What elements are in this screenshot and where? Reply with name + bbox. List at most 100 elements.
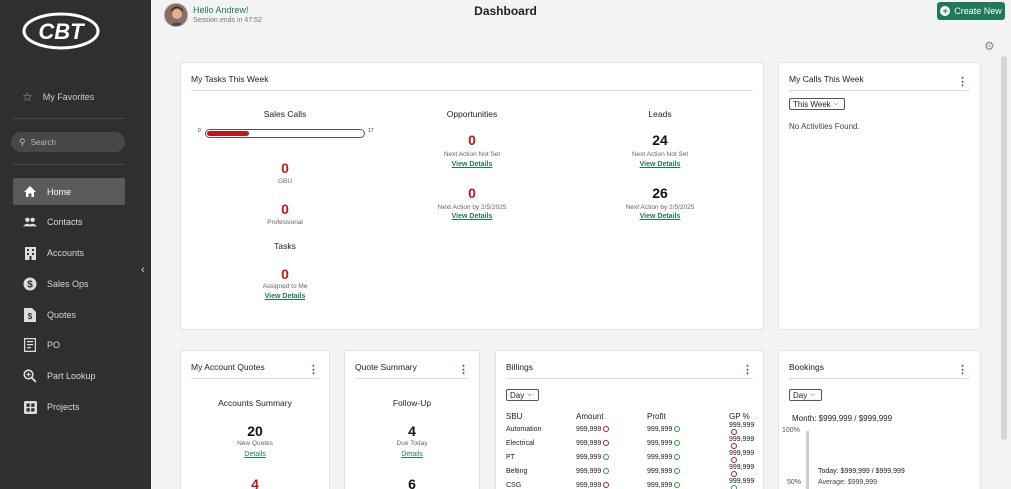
status-dot-icon — [674, 453, 681, 460]
grid-icon — [23, 400, 37, 414]
more-options-icon[interactable]: ⋮ — [742, 363, 753, 376]
column-header: Profit — [647, 412, 666, 421]
create-new-button[interactable]: + Create New — [937, 2, 1005, 20]
progress-min: 0 — [198, 128, 201, 134]
contacts-icon — [23, 215, 37, 229]
sales-calls-title: Sales Calls — [263, 109, 307, 119]
nav-contacts[interactable]: Contacts — [13, 209, 125, 236]
table-row: Automation 999,999 999,999 999,999 — [506, 422, 759, 436]
cell-value: 999,999 — [729, 436, 755, 443]
nav-part-lookup[interactable]: Part Lookup — [13, 363, 125, 390]
due-today-details-link[interactable]: Details — [382, 451, 442, 458]
table-row: Belting 999,999 999,999 999,999 — [506, 464, 759, 478]
cell-value: Automation — [506, 425, 542, 433]
nav-label: Sales Ops — [47, 278, 89, 289]
card-divider — [191, 378, 319, 379]
opp-by-date-view-details-link[interactable]: View Details — [432, 213, 512, 220]
status-dot-icon — [731, 471, 737, 478]
status-dot-icon — [603, 467, 610, 474]
avatar[interactable] — [164, 3, 188, 27]
gbu-label: GBU — [277, 178, 293, 185]
sales-calls-progress — [205, 129, 365, 138]
select-value: Day — [510, 390, 525, 400]
scrollbar[interactable] — [1001, 56, 1007, 440]
home-icon — [23, 185, 37, 199]
table-header: SBU Amount Profit GP % — [506, 411, 759, 422]
table-cell: 999,999 — [641, 436, 709, 450]
status-dot-icon — [731, 443, 737, 450]
card-title: My Account Quotes — [191, 362, 265, 372]
select-value: This Week — [793, 99, 831, 109]
card-divider — [355, 378, 469, 379]
table-cell: 999,999 — [641, 464, 709, 478]
more-options-icon[interactable]: ⋮ — [308, 363, 319, 376]
cell-value: 999,999 — [576, 467, 602, 475]
opportunities-title: Opportunities — [446, 109, 498, 119]
cell-value: PT — [506, 453, 515, 461]
collapse-sidebar-icon[interactable]: ‹ — [141, 264, 145, 276]
table-row: CSG 999,999 999,999 999,999 — [506, 478, 759, 489]
quote-summary-card: Quote Summary ⋮ — [344, 350, 480, 489]
cell-value: 999,999 — [576, 425, 602, 433]
progress-fill — [207, 131, 249, 136]
table-row: Electrical 999,999 999,999 999,999 — [506, 436, 759, 450]
leads-by-date-count: 26 — [652, 185, 668, 201]
opp-not-set-view-details-link[interactable]: View Details — [432, 161, 512, 168]
search-plus-icon — [23, 369, 37, 383]
nav-projects[interactable]: Projects — [13, 394, 125, 421]
tasks-title: Tasks — [274, 241, 296, 251]
nav-label: Accounts — [47, 248, 85, 259]
nav-label: Contacts — [47, 217, 83, 228]
table-cell: 999,999 — [709, 464, 759, 478]
professional-label: Professional — [267, 219, 303, 226]
cbt-logo[interactable]: CBT — [22, 12, 100, 50]
leads-not-set-view-details-link[interactable]: View Details — [620, 161, 700, 168]
bookings-period-select[interactable]: Day ⌵ — [789, 389, 822, 401]
new-quotes-count: 20 — [247, 423, 263, 439]
gear-icon[interactable]: ⚙ — [984, 39, 995, 53]
nav-quotes[interactable]: $ Quotes — [13, 301, 125, 328]
my-favorites[interactable]: ☆ My Favorites — [22, 90, 94, 104]
leads-by-date-view-details-link[interactable]: View Details — [620, 213, 700, 220]
table-cell: 999,999 — [576, 436, 641, 450]
nav-label: Projects — [47, 402, 80, 413]
cell-value: 999,999 — [729, 478, 755, 485]
status-dot-icon — [731, 457, 737, 464]
nav-sales-ops[interactable]: $ Sales Ops — [13, 270, 125, 297]
calls-period-select[interactable]: This Week ⌵ — [789, 98, 845, 110]
more-options-icon[interactable]: ⋮ — [458, 363, 469, 376]
card-title: My Calls This Week — [789, 74, 864, 84]
billings-period-select[interactable]: Day ⌵ — [506, 389, 539, 401]
table-cell: Belting — [506, 464, 576, 478]
nav-home[interactable]: Home — [13, 178, 125, 205]
more-options-icon[interactable]: ⋮ — [957, 363, 968, 376]
table-cell: 999,999 — [576, 478, 641, 489]
opp-by-date-count: 0 — [468, 185, 476, 201]
status-dot-icon — [674, 425, 681, 432]
table-row: PT 999,999 999,999 999,999 — [506, 450, 759, 464]
card-title: My Tasks This Week — [191, 74, 269, 84]
status-dot-icon — [674, 439, 681, 446]
nav-accounts[interactable]: Accounts — [13, 240, 125, 267]
tasks-assigned-label: Assigned to Me — [262, 283, 308, 290]
tasks-view-details-link[interactable]: View Details — [245, 293, 325, 300]
new-quotes-details-link[interactable]: Details — [225, 451, 285, 458]
table-cell: 999,999 — [709, 478, 759, 489]
receipt-icon — [23, 338, 37, 353]
bookings-average: Average: $999,999 — [818, 479, 878, 486]
follow-up-title: Follow-Up — [392, 398, 432, 408]
dollar-icon: $ — [23, 277, 37, 291]
opp-not-set-count: 0 — [468, 132, 476, 148]
cell-value: 999,999 — [576, 439, 602, 447]
due-today-count: 4 — [408, 423, 416, 439]
cell-value: 999,999 — [729, 450, 755, 457]
chevron-down-icon: ⌵ — [833, 100, 839, 107]
status-dot-icon — [603, 481, 610, 488]
sidebar-search-input[interactable]: ⚲ Search — [11, 132, 125, 152]
logo-text: CBT — [38, 19, 85, 44]
status-dot-icon — [603, 453, 610, 460]
account-quotes-card: My Account Quotes ⋮ — [180, 350, 330, 489]
more-options-icon[interactable]: ⋮ — [957, 75, 968, 88]
cell-value: 999,999 — [647, 425, 673, 433]
nav-po[interactable]: PO — [13, 332, 125, 359]
